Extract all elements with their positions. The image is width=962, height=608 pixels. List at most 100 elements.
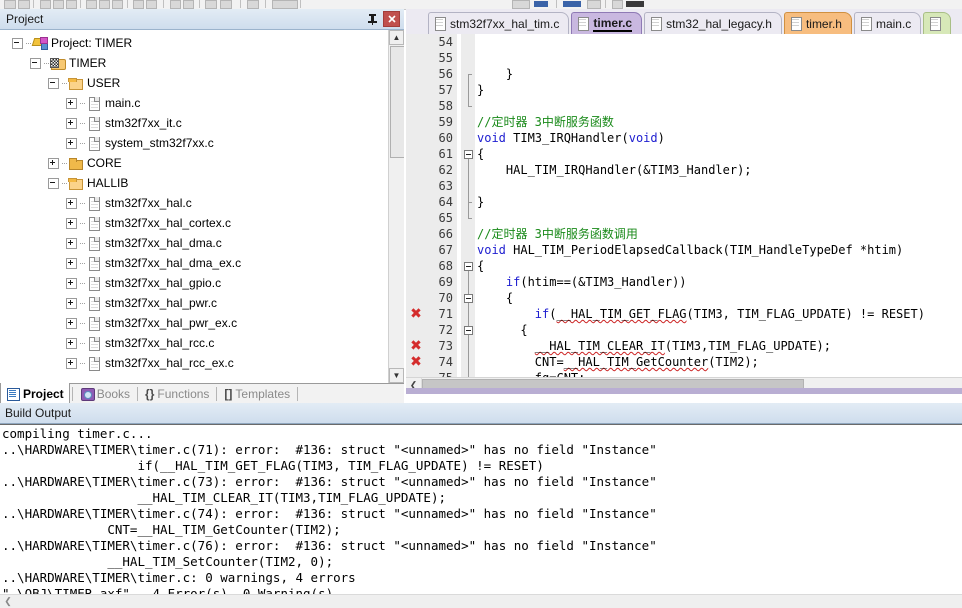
tree-item[interactable]: HALLIB xyxy=(0,173,389,193)
expand-icon[interactable] xyxy=(48,157,59,169)
code-line[interactable]: void HAL_TIM_PeriodElapsedCallback(TIM_H… xyxy=(475,242,962,258)
expand-icon[interactable] xyxy=(66,317,77,329)
code-line[interactable]: if(htim==(&TIM3_Handler)) xyxy=(475,274,962,290)
error-marker-icon[interactable]: ✖ xyxy=(409,307,423,321)
tree-item[interactable]: TIMER xyxy=(0,53,389,73)
tree-item[interactable]: stm32f7xx_hal_dma_ex.c xyxy=(0,253,389,273)
expand-icon[interactable] xyxy=(66,197,77,209)
toolbar-icon-8[interactable] xyxy=(112,0,123,9)
pane-tab-templates[interactable]: [] Templates xyxy=(219,384,295,404)
build-output-line[interactable]: compiling timer.c... xyxy=(2,426,962,442)
code-line[interactable] xyxy=(475,50,962,66)
pin-icon[interactable] xyxy=(365,12,379,27)
collapse-icon[interactable] xyxy=(48,77,59,89)
build-output-line[interactable]: ..\HARDWARE\TIMER\timer.c: 0 warnings, 4… xyxy=(2,570,962,586)
toolbar-icon-2[interactable] xyxy=(18,0,30,9)
fold-toggle[interactable] xyxy=(464,262,473,271)
scrollbar-thumb[interactable] xyxy=(390,46,404,158)
toolbar-icon-13[interactable] xyxy=(205,0,217,9)
build-output-line[interactable]: __HAL_TIM_CLEAR_IT(TIM3,TIM_FLAG_UPDATE)… xyxy=(2,490,962,506)
collapse-icon[interactable] xyxy=(48,177,59,189)
code-line[interactable]: { xyxy=(475,258,962,274)
code-line[interactable]: } xyxy=(475,194,962,210)
toolbar-blue-icon-2[interactable] xyxy=(563,1,581,7)
code-line[interactable]: //定时器 3中断服务函数 xyxy=(475,114,962,130)
pane-tab-project[interactable]: Project xyxy=(0,383,70,404)
expand-icon[interactable] xyxy=(66,137,77,149)
toolbar-blue-icon[interactable] xyxy=(534,1,548,7)
toolbar-icon-16[interactable] xyxy=(512,0,530,9)
code-line[interactable]: void TIM3_IRQHandler(void) xyxy=(475,130,962,146)
code-line[interactable]: { xyxy=(475,322,962,338)
code-line[interactable] xyxy=(475,210,962,226)
toolbar-icon-3[interactable] xyxy=(40,0,51,9)
build-output-line[interactable]: __HAL_TIM_SetCounter(TIM2, 0); xyxy=(2,554,962,570)
code-line[interactable]: //定时器 3中断服务函数调用 xyxy=(475,226,962,242)
editor-tab-main-c[interactable]: main.c xyxy=(853,12,922,34)
source-code[interactable]: }} //定时器 3中断服务函数 void TIM3_IRQHandler(voi… xyxy=(475,34,962,378)
editor-tab-overflow[interactable] xyxy=(923,12,952,34)
code-line[interactable]: { xyxy=(475,146,962,162)
tree-item[interactable]: CORE xyxy=(0,153,389,173)
code-line[interactable]: HAL_TIM_IRQHandler(&TIM3_Handler); xyxy=(475,162,962,178)
build-target-icon[interactable] xyxy=(272,0,298,9)
code-line[interactable]: CNT=__HAL_TIM_GetCounter(TIM2); xyxy=(475,354,962,370)
build-output-text[interactable]: compiling timer.c... ..\HARDWARE\TIMER\ti… xyxy=(0,424,962,595)
code-line[interactable]: } xyxy=(475,66,962,82)
code-folding-column[interactable] xyxy=(461,34,475,394)
tree-item[interactable]: stm32f7xx_it.c xyxy=(0,113,389,133)
collapse-icon[interactable] xyxy=(30,57,41,69)
fold-toggle[interactable] xyxy=(464,294,473,303)
expand-icon[interactable] xyxy=(66,277,77,289)
expand-icon[interactable] xyxy=(66,297,77,309)
fold-toggle[interactable] xyxy=(464,150,473,159)
build-output-line[interactable]: CNT=__HAL_TIM_GetCounter(TIM2); xyxy=(2,522,962,538)
editor-tab-timer-h[interactable]: timer.h xyxy=(783,12,852,34)
expand-icon[interactable] xyxy=(66,117,77,129)
toolbar-icon-6[interactable] xyxy=(86,0,97,9)
code-line[interactable]: if(__HAL_TIM_GET_FLAG(TIM3, TIM_FLAG_UPD… xyxy=(475,306,962,322)
tree-item[interactable]: main.c xyxy=(0,93,389,113)
tree-item[interactable]: stm32f7xx_hal_pwr.c xyxy=(0,293,389,313)
error-marker-icon[interactable]: ✖ xyxy=(409,339,423,353)
pane-tab-functions[interactable]: {} Functions xyxy=(140,384,214,404)
toolbar-icon-11[interactable] xyxy=(170,0,181,9)
tree-item[interactable]: stm32f7xx_hal_pwr_ex.c xyxy=(0,313,389,333)
editor-tab-stm32f7xx-hal-tim-c[interactable]: stm32f7xx_hal_tim.c xyxy=(428,12,570,34)
toolbar-icon-7[interactable] xyxy=(99,0,110,9)
build-output-line[interactable]: ..\HARDWARE\TIMER\timer.c(71): error: #1… xyxy=(2,442,962,458)
tree-item[interactable]: USER xyxy=(0,73,389,93)
build-output-scrollbar[interactable]: ❮ xyxy=(0,594,962,608)
toolbar-icon-14[interactable] xyxy=(220,0,232,9)
expand-icon[interactable] xyxy=(66,337,77,349)
toolbar-icon-10[interactable] xyxy=(146,0,157,9)
build-output-line[interactable]: ..\HARDWARE\TIMER\timer.c(73): error: #1… xyxy=(2,474,962,490)
toolbar-icon-5[interactable] xyxy=(66,0,77,9)
scroll-down-icon[interactable]: ▼ xyxy=(389,368,404,383)
build-output-line[interactable]: ..\HARDWARE\TIMER\timer.c(74): error: #1… xyxy=(2,506,962,522)
expand-icon[interactable] xyxy=(66,97,77,109)
build-scroll-left-icon[interactable]: ❮ xyxy=(2,595,14,608)
editor-tab-stm32-hal-legacy-h[interactable]: stm32_hal_legacy.h xyxy=(644,12,782,34)
toolbar-icon-15[interactable] xyxy=(247,0,259,9)
error-marker-icon[interactable]: ✖ xyxy=(409,355,423,369)
tree-item[interactable]: stm32f7xx_hal_rcc.c xyxy=(0,333,389,353)
tree-item[interactable]: stm32f7xx_hal_dma.c xyxy=(0,233,389,253)
collapse-icon[interactable] xyxy=(12,37,23,49)
close-icon[interactable] xyxy=(383,11,400,27)
fold-toggle[interactable] xyxy=(464,326,473,335)
code-line[interactable] xyxy=(475,34,962,50)
tree-item[interactable]: stm32f7xx_hal_rcc_ex.c xyxy=(0,353,389,373)
scroll-up-icon[interactable]: ▲ xyxy=(389,30,404,45)
tree-item[interactable]: stm32f7xx_hal_gpio.c xyxy=(0,273,389,293)
toolbar-dark-icon[interactable] xyxy=(626,1,644,7)
build-output-line[interactable]: ..\HARDWARE\TIMER\timer.c(76): error: #1… xyxy=(2,538,962,554)
code-line[interactable] xyxy=(475,98,962,114)
tree-item[interactable]: Project: TIMER xyxy=(0,33,389,53)
code-line[interactable]: { xyxy=(475,290,962,306)
toolbar-icon-17[interactable] xyxy=(587,0,601,9)
code-line[interactable]: __HAL_TIM_CLEAR_IT(TIM3,TIM_FLAG_UPDATE)… xyxy=(475,338,962,354)
build-output-line[interactable]: if(__HAL_TIM_GET_FLAG(TIM3, TIM_FLAG_UPD… xyxy=(2,458,962,474)
expand-icon[interactable] xyxy=(66,217,77,229)
toolbar-icon-12[interactable] xyxy=(183,0,194,9)
